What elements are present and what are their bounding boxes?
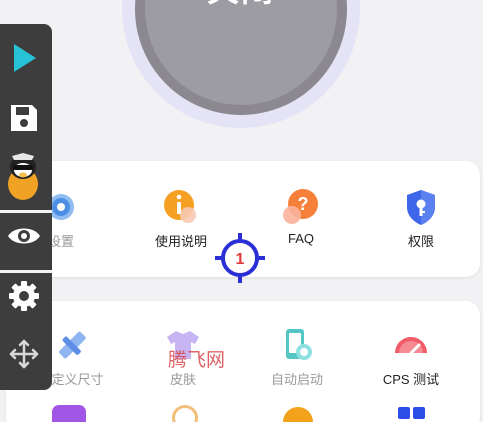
move-button[interactable] xyxy=(6,336,42,372)
move-arrows-icon xyxy=(9,339,39,369)
partial-icon-4[interactable] xyxy=(398,407,426,422)
gear-icon xyxy=(9,281,39,311)
partial-icon-1[interactable] xyxy=(52,405,86,422)
power-button[interactable]: 关闭 xyxy=(135,0,347,115)
floating-toolbar xyxy=(0,24,52,390)
question-icon: ? xyxy=(283,189,318,224)
features-card: 自定义尺寸 皮肤 自动启动 CPS 测试 xyxy=(6,301,480,422)
svg-text:?: ? xyxy=(298,194,309,214)
phone-auto-icon xyxy=(286,329,312,360)
save-button[interactable] xyxy=(6,100,42,136)
play-icon xyxy=(14,44,36,72)
info-icon xyxy=(164,190,196,223)
watermark: 腾飞网 xyxy=(168,349,226,371)
permissions-label: 权限 xyxy=(407,234,434,249)
visibility-button[interactable] xyxy=(6,218,42,254)
partial-icon-3[interactable] xyxy=(283,407,313,422)
save-icon xyxy=(11,105,37,131)
cps-test-item[interactable]: CPS 测试 xyxy=(356,325,466,388)
eye-icon xyxy=(8,228,40,244)
auto-start-item[interactable]: 自动启动 xyxy=(242,325,352,388)
avatar-button[interactable] xyxy=(2,152,44,202)
permissions-item[interactable]: 权限 xyxy=(366,187,476,250)
shield-key-icon xyxy=(407,190,435,225)
speedometer-icon xyxy=(395,337,427,355)
toolbar-divider xyxy=(0,270,52,273)
play-button[interactable] xyxy=(6,40,42,76)
crosshair-number: 1 xyxy=(236,251,245,268)
cps-test-label: CPS 测试 xyxy=(382,372,440,387)
partial-icon-2[interactable] xyxy=(172,405,198,422)
click-target-crosshair[interactable]: 1 xyxy=(214,232,266,284)
penguin-avatar-icon xyxy=(8,153,38,200)
power-button-ring[interactable]: 关闭 xyxy=(122,0,360,128)
settings-button[interactable] xyxy=(6,278,42,314)
toolbar-divider xyxy=(0,210,52,213)
power-button-label: 关闭 xyxy=(207,0,275,11)
auto-start-label: 自动启动 xyxy=(270,372,323,387)
ruler-pencil-icon xyxy=(59,331,86,359)
